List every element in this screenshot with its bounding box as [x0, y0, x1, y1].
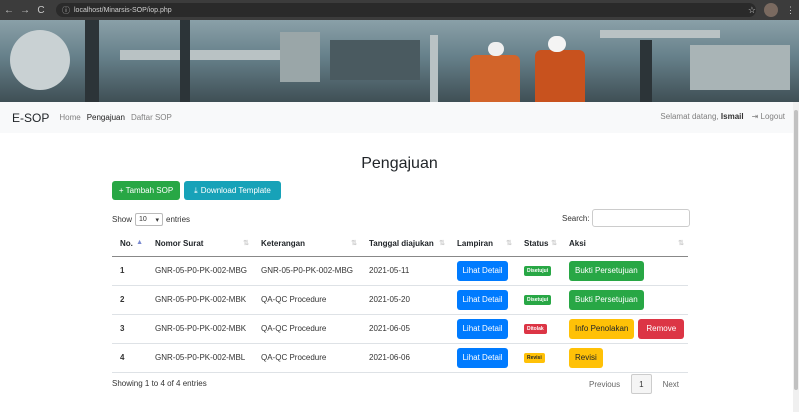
table-info: Showing 1 to 4 of 4 entries: [112, 379, 207, 388]
col-header-tanggal[interactable]: Tanggal diajukan ⇅: [361, 232, 449, 257]
lihat-detail-button[interactable]: Lihat Detail: [457, 289, 508, 310]
entries-select[interactable]: 10 ▾: [135, 213, 164, 226]
browser-menu-icon[interactable]: ⋮: [786, 5, 795, 16]
table-row: 2 GNR-05-P0-PK-002-MBK QA-QC Procedure 2…: [112, 285, 688, 315]
revisi-button[interactable]: Revisi: [569, 347, 603, 368]
address-bar[interactable]: ⓘ localhost/Minarsis-SOP/iop.php: [56, 3, 756, 17]
logout-icon: ⇥: [751, 112, 759, 121]
browser-toolbar: ← → C ⓘ localhost/Minarsis-SOP/iop.php ☆…: [0, 0, 799, 20]
cell-tanggal: 2021-05-11: [361, 256, 449, 286]
cell-nomor-surat: GNR-05-P0-PK-002-MBL: [147, 343, 253, 373]
table-header-row: No. ▲ Nomor Surat ⇅ Keterangan ⇅ Tanggal di…: [112, 232, 688, 257]
pagination-previous[interactable]: Previous: [582, 374, 627, 394]
nav-daftar-sop[interactable]: Daftar SOP: [131, 113, 172, 122]
entries-length-control: Show 10 ▾ entries: [112, 213, 191, 226]
reload-icon[interactable]: C: [34, 5, 48, 16]
cell-keterangan: QA-QC Procedure: [253, 343, 361, 373]
bukti-persetujuan-button[interactable]: Bukti Persetujuan: [569, 289, 644, 310]
sort-icon: ⇅: [439, 240, 445, 247]
remove-button[interactable]: Remove: [638, 318, 685, 339]
scrollbar-thumb[interactable]: [794, 110, 798, 390]
sort-icon: ▲: [136, 239, 143, 246]
info-icon[interactable]: ⓘ: [62, 5, 70, 16]
table-row: 1 GNR-05-P0-PK-002-MBG GNR-05-P0-PK-002-…: [112, 256, 688, 286]
lihat-detail-button[interactable]: Lihat Detail: [457, 318, 508, 339]
status-badge: Disetujui: [524, 295, 552, 305]
cell-no: 4: [112, 343, 147, 373]
nav-pengajuan[interactable]: Pengajuan: [87, 113, 125, 122]
lihat-detail-button[interactable]: Lihat Detail: [457, 260, 508, 281]
top-navbar: E-SOP Home Pengajuan Daftar SOP Selamat …: [0, 102, 799, 133]
col-header-aksi[interactable]: Aksi ⇅: [561, 232, 688, 257]
cell-no: 2: [112, 285, 147, 315]
forward-icon[interactable]: →: [18, 5, 32, 16]
col-header-keterangan[interactable]: Keterangan ⇅: [253, 232, 361, 257]
status-badge: Revisi: [524, 353, 545, 363]
col-header-no[interactable]: No. ▲: [112, 232, 147, 257]
status-badge: Ditolak: [524, 324, 547, 334]
cell-keterangan: QA-QC Procedure: [253, 285, 361, 315]
page-title: Pengajuan: [361, 155, 438, 172]
cell-tanggal: 2021-06-05: [361, 314, 449, 344]
address-url: localhost/Minarsis-SOP/iop.php: [74, 6, 172, 14]
sort-icon: ⇅: [678, 240, 684, 247]
page-scrollbar[interactable]: [793, 102, 799, 412]
brand-logo[interactable]: E-SOP: [12, 111, 49, 125]
cell-tanggal: 2021-06-06: [361, 343, 449, 373]
lihat-detail-button[interactable]: Lihat Detail: [457, 347, 508, 368]
sort-icon: ⇅: [351, 240, 357, 247]
cell-keterangan: QA-QC Procedure: [253, 314, 361, 344]
col-header-nomor-surat[interactable]: Nomor Surat ⇅: [147, 232, 253, 257]
table-row: 4 GNR-05-P0-PK-002-MBL QA-QC Procedure 2…: [112, 343, 688, 373]
cell-no: 1: [112, 256, 147, 286]
table-search: Search:: [562, 209, 690, 227]
nav-home[interactable]: Home: [59, 113, 80, 122]
sort-icon: ⇅: [506, 240, 512, 247]
cell-tanggal: 2021-05-20: [361, 285, 449, 315]
add-sop-button[interactable]: + Tambah SOP: [112, 181, 180, 200]
bukti-persetujuan-button[interactable]: Bukti Persetujuan: [569, 260, 644, 281]
bookmark-star-icon[interactable]: ☆: [748, 5, 756, 16]
info-penolakan-button[interactable]: Info Penolakan: [569, 318, 635, 339]
profile-avatar[interactable]: [764, 3, 778, 17]
back-icon[interactable]: ←: [2, 5, 16, 16]
welcome-text: Selamat datang, Ismail: [660, 112, 744, 121]
search-input[interactable]: [591, 209, 690, 227]
pagination-page-1[interactable]: 1: [631, 374, 652, 394]
header-banner-image: [0, 20, 799, 102]
cell-nomor-surat: GNR-05-P0-PK-002-MBK: [147, 314, 253, 344]
pagination-next[interactable]: Next: [656, 374, 686, 394]
pengajuan-table: No. ▲ Nomor Surat ⇅ Keterangan ⇅ Tanggal di…: [112, 232, 688, 373]
cell-nomor-surat: GNR-05-P0-PK-002-MBG: [147, 256, 253, 286]
chevron-down-icon: ▾: [155, 216, 160, 224]
col-header-lampiran[interactable]: Lampiran ⇅: [449, 232, 516, 257]
logout-link[interactable]: ⇥ Logout: [752, 112, 785, 121]
sort-icon: ⇅: [243, 240, 249, 247]
cell-no: 3: [112, 314, 147, 344]
download-template-button[interactable]: ⤓ Download Template: [184, 181, 281, 200]
download-icon: ⤓: [194, 185, 198, 195]
sort-icon: ⇅: [551, 240, 557, 247]
username: Ismail: [720, 112, 744, 121]
cell-keterangan: GNR-05-P0-PK-002-MBG: [253, 256, 361, 286]
table-row: 3 GNR-05-P0-PK-002-MBK QA-QC Procedure 2…: [112, 314, 688, 344]
status-badge: Disetujui: [524, 266, 552, 276]
pagination: Previous 1 Next: [582, 374, 686, 394]
cell-nomor-surat: GNR-05-P0-PK-002-MBK: [147, 285, 253, 315]
col-header-status[interactable]: Status ⇅: [516, 232, 561, 257]
